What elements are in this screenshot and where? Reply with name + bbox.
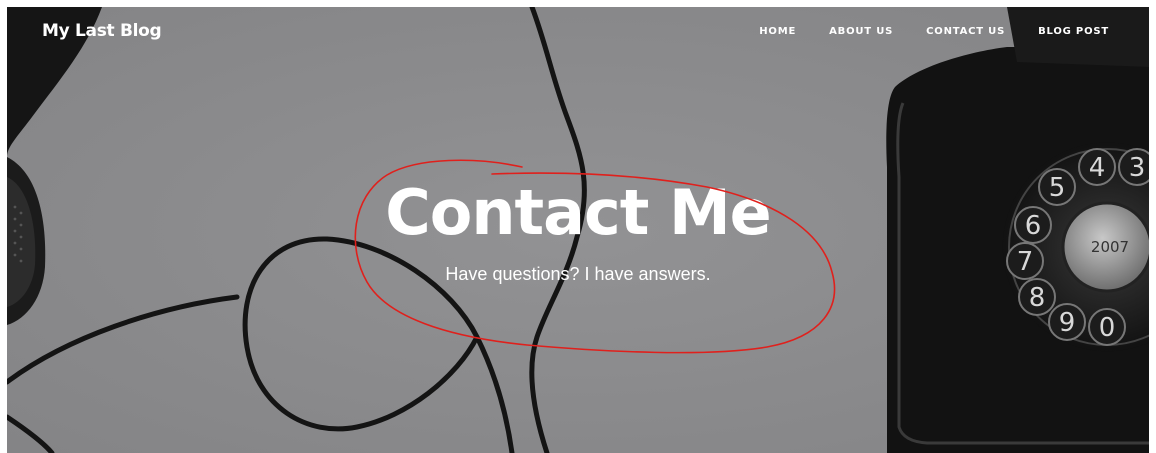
page-title: Contact Me — [385, 176, 771, 249]
page-subtitle: Have questions? I have answers. — [445, 264, 711, 284]
hero-section: Contact Me Have questions? I have answer… — [7, 7, 1149, 453]
page-frame: 5 4 3 6 7 8 9 0 2007 My Last Blog HOME A… — [7, 7, 1149, 453]
